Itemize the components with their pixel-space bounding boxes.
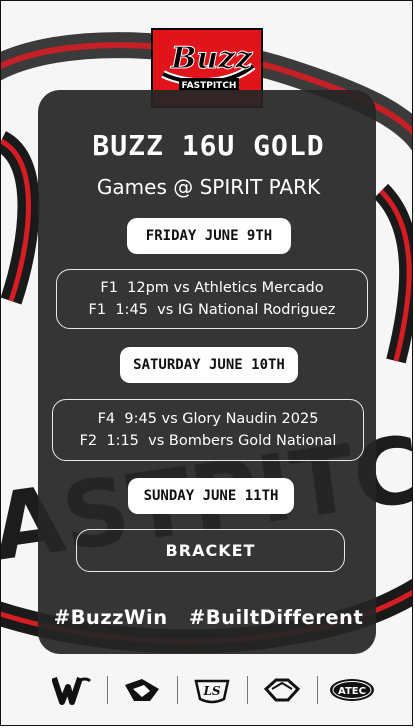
game-row: F1 1:45 vs IG National Rodriguez: [88, 302, 336, 318]
svg-text:Buzz: Buzz: [170, 41, 253, 76]
team-title: BUZZ 16U GOLD: [92, 129, 325, 162]
svg-text:LS: LS: [202, 684, 220, 698]
day-label-saturday: SATURDAY JUNE 10TH: [120, 347, 298, 383]
sponsor-divider: [106, 676, 108, 704]
bracket-button[interactable]: BRACKET: [76, 529, 345, 572]
game-row: F1 12pm vs Athletics Mercado: [100, 280, 324, 296]
sponsor-divider: [246, 676, 248, 704]
sponsor-divider: [176, 676, 178, 704]
games-box-friday: F1 12pm vs Athletics Mercado F1 1:45 vs …: [56, 269, 368, 329]
games-box-saturday: F4 9:45 vs Glory Naudin 2025 F2 1:15 vs …: [52, 399, 364, 461]
day-label-sunday: SUNDAY JUNE 11TH: [128, 478, 294, 514]
louisville-slugger-logo-icon: LS: [187, 672, 237, 708]
venue-subtitle: Games @ SPIRIT PARK: [96, 175, 321, 199]
sponsor-bar: LS ATEC: [47, 670, 377, 710]
svg-text:ATEC: ATEC: [338, 686, 366, 697]
game-row: F2 1:15 vs Bombers Gold National: [79, 433, 337, 449]
evoshield-logo-icon: [257, 672, 307, 708]
wilson-logo-icon: [47, 672, 97, 708]
flyer: ASTPITCH Buzz FASTPITCH BUZZ 16U GOLD Ga…: [0, 0, 413, 726]
easton-logo-icon: [117, 672, 167, 708]
day-label-friday: FRIDAY JUNE 9TH: [127, 218, 291, 254]
atec-logo-icon: ATEC: [327, 672, 377, 708]
hashtags: #BuzzWin #BuiltDifferent: [53, 606, 364, 629]
game-row: F4 9:45 vs Glory Naudin 2025: [97, 411, 319, 427]
sponsor-divider: [316, 676, 318, 704]
